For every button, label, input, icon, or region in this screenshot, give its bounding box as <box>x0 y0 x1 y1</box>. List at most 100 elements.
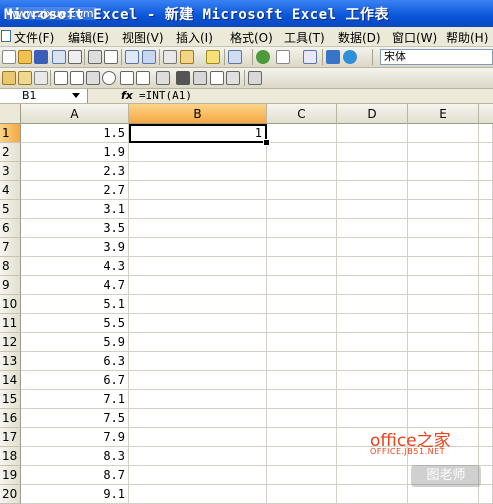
cell-a14[interactable]: 6.7 <box>21 371 129 390</box>
sort-ascending-icon[interactable] <box>303 50 317 64</box>
cell[interactable] <box>337 257 408 276</box>
cell[interactable] <box>408 257 479 276</box>
cell-a2[interactable]: 1.9 <box>21 143 129 162</box>
cell[interactable] <box>408 200 479 219</box>
group-box-icon[interactable] <box>34 71 48 85</box>
cell[interactable] <box>479 314 493 333</box>
cell-a9[interactable]: 4.7 <box>21 276 129 295</box>
row-header[interactable]: 18 <box>0 447 21 466</box>
cell[interactable] <box>267 124 337 143</box>
email-icon[interactable] <box>68 50 82 64</box>
cell-a18[interactable]: 8.3 <box>21 447 129 466</box>
cell-b16[interactable] <box>129 409 267 428</box>
cell[interactable] <box>337 143 408 162</box>
row-header[interactable]: 9 <box>0 276 21 295</box>
formula-input[interactable]: =INT(A1) <box>139 89 192 102</box>
cell[interactable] <box>337 295 408 314</box>
cell-a5[interactable]: 3.1 <box>21 200 129 219</box>
cell[interactable] <box>479 466 493 485</box>
chart-wizard-icon[interactable] <box>326 50 340 64</box>
cell[interactable] <box>267 352 337 371</box>
cell[interactable] <box>267 181 337 200</box>
select-all-corner[interactable] <box>0 104 21 124</box>
cell[interactable] <box>408 124 479 143</box>
toggle-grid-icon[interactable] <box>248 71 262 85</box>
cell-a15[interactable]: 7.1 <box>21 390 129 409</box>
help-icon[interactable] <box>343 50 357 64</box>
cell[interactable] <box>479 200 493 219</box>
row-header[interactable]: 4 <box>0 181 21 200</box>
label-icon[interactable] <box>2 71 16 85</box>
cell[interactable] <box>337 333 408 352</box>
edit-code-icon[interactable] <box>193 71 207 85</box>
row-header[interactable]: 13 <box>0 352 21 371</box>
cell[interactable] <box>408 143 479 162</box>
cell[interactable] <box>408 162 479 181</box>
cell-b15[interactable] <box>129 390 267 409</box>
row-header[interactable]: 10 <box>0 295 21 314</box>
menu-edit[interactable]: 编辑(E) <box>68 29 109 46</box>
cell[interactable] <box>337 200 408 219</box>
format-painter-icon[interactable] <box>206 50 220 64</box>
permission-icon[interactable] <box>52 50 66 64</box>
row-header[interactable]: 12 <box>0 333 21 352</box>
cell[interactable] <box>267 371 337 390</box>
cell[interactable] <box>267 409 337 428</box>
row-header[interactable]: 17 <box>0 428 21 447</box>
cell[interactable] <box>479 371 493 390</box>
cell-a13[interactable]: 6.3 <box>21 352 129 371</box>
cell[interactable] <box>408 181 479 200</box>
row-header[interactable]: 15 <box>0 390 21 409</box>
cell-b9[interactable] <box>129 276 267 295</box>
cell-b17[interactable] <box>129 428 267 447</box>
column-header-a[interactable]: A <box>21 104 129 124</box>
cell[interactable] <box>337 466 408 485</box>
cell-b4[interactable] <box>129 181 267 200</box>
row-header[interactable]: 3 <box>0 162 21 181</box>
cell[interactable] <box>408 352 479 371</box>
cell[interactable] <box>408 314 479 333</box>
cell[interactable] <box>267 447 337 466</box>
cell-b20[interactable] <box>129 485 267 504</box>
cell[interactable] <box>408 276 479 295</box>
cell[interactable] <box>479 276 493 295</box>
row-header[interactable]: 11 <box>0 314 21 333</box>
cell-a16[interactable]: 7.5 <box>21 409 129 428</box>
cell[interactable] <box>408 390 479 409</box>
cell-b8[interactable] <box>129 257 267 276</box>
cell-b2[interactable] <box>129 143 267 162</box>
cell[interactable] <box>408 295 479 314</box>
cell[interactable] <box>267 162 337 181</box>
cell[interactable] <box>337 485 408 504</box>
column-header-e[interactable]: E <box>408 104 479 124</box>
cell[interactable] <box>267 390 337 409</box>
row-header[interactable]: 7 <box>0 238 21 257</box>
cell-a20[interactable]: 9.1 <box>21 485 129 504</box>
cell-b14[interactable] <box>129 371 267 390</box>
open-icon[interactable] <box>18 50 32 64</box>
print-preview-icon[interactable] <box>104 50 118 64</box>
text-box-icon[interactable] <box>210 71 224 85</box>
column-header-d[interactable]: D <box>337 104 408 124</box>
font-name-select[interactable]: 宋体 <box>380 49 493 65</box>
cell[interactable] <box>337 162 408 181</box>
menu-window[interactable]: 窗口(W) <box>392 29 437 46</box>
cell[interactable] <box>337 219 408 238</box>
cell-b19[interactable] <box>129 466 267 485</box>
cell[interactable] <box>479 238 493 257</box>
workbook-icon[interactable] <box>1 30 11 42</box>
cell-a3[interactable]: 2.3 <box>21 162 129 181</box>
cell[interactable] <box>408 485 479 504</box>
cell[interactable] <box>337 124 408 143</box>
spinner-icon[interactable] <box>156 71 170 85</box>
cell-a11[interactable]: 5.5 <box>21 314 129 333</box>
new-icon[interactable] <box>2 50 16 64</box>
cell[interactable] <box>479 485 493 504</box>
cell[interactable] <box>267 428 337 447</box>
cell-a17[interactable]: 7.9 <box>21 428 129 447</box>
cell-b3[interactable] <box>129 162 267 181</box>
cell[interactable] <box>479 428 493 447</box>
cell-b12[interactable] <box>129 333 267 352</box>
cell-b10[interactable] <box>129 295 267 314</box>
cell-a1[interactable]: 1.5 <box>21 124 129 143</box>
